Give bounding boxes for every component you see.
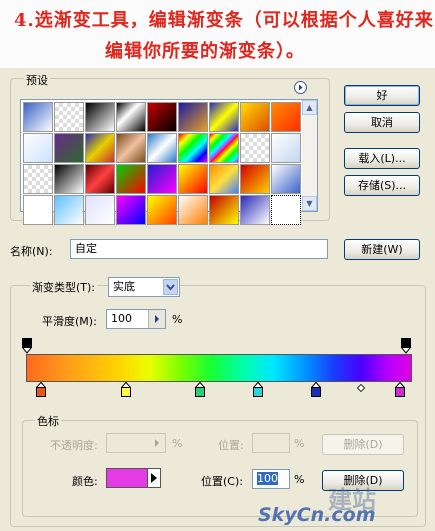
gradient-type-value: 实底 (113, 280, 135, 293)
circle-arrow-right-icon[interactable] (294, 81, 307, 94)
opacity-position-label: 位置: (218, 439, 244, 452)
smoothness-value: 100 (111, 312, 132, 325)
save-button[interactable]: 存储(S)... (344, 175, 420, 196)
scroll-down-icon[interactable]: ▼ (302, 196, 317, 211)
gradient-preset-tile[interactable] (271, 195, 301, 225)
cancel-button[interactable]: 取消 (344, 112, 420, 133)
gradient-type-select[interactable]: 实底 (108, 277, 180, 297)
gradient-preset-tile[interactable] (23, 102, 53, 132)
smoothness-unit: % (172, 313, 183, 326)
gradient-preset-tile[interactable] (271, 133, 301, 163)
gradient-type-label: 渐变类型(T): (30, 279, 98, 295)
watermark-text: SkyCn.com (258, 504, 376, 526)
gradient-preset-tile[interactable] (147, 164, 177, 194)
gradient-preset-tile[interactable] (85, 195, 115, 225)
color-stop[interactable] (35, 381, 48, 401)
opacity-stop-right[interactable] (400, 338, 412, 354)
opacity-field (106, 433, 166, 453)
opacity-delete-button: 删除(D) (322, 434, 404, 455)
gradient-preset-tile[interactable] (240, 195, 270, 225)
color-position-label: 位置(C): (201, 475, 243, 488)
color-label: 颜色: (72, 475, 98, 488)
gradient-preset-tile[interactable] (147, 195, 177, 225)
color-stop[interactable] (394, 381, 407, 401)
gradient-preset-tile[interactable] (116, 195, 146, 225)
name-field[interactable]: 自定 (70, 239, 328, 259)
gradient-preset-tile[interactable] (209, 133, 239, 163)
ok-button[interactable]: 好 (344, 85, 420, 106)
gradient-editor-dialog: 预设 ▲ ▼ 好 取消 载入(L)... 存储(S)... 名称(N): 自定 新… (0, 68, 435, 531)
color-position-value: 100 (257, 472, 278, 485)
gradient-preset-tile[interactable] (178, 164, 208, 194)
caption-line-2: 编辑你所要的渐变条）。 (105, 41, 305, 62)
name-label: 名称(N): (10, 245, 53, 258)
smoothness-field[interactable]: 100 (106, 309, 166, 329)
gradient-preset-tile[interactable] (116, 164, 146, 194)
gradient-preset-tile[interactable] (54, 133, 84, 163)
gradient-preset-tile[interactable] (85, 164, 115, 194)
opacity-position-field (252, 433, 290, 453)
opacity-unit: % (172, 437, 183, 450)
stops-label: 色标 (35, 413, 61, 429)
presets-grid[interactable]: ▲ ▼ (20, 99, 318, 225)
opacity-position-unit: % (294, 437, 305, 450)
gradient-preset-tile[interactable] (54, 195, 84, 225)
triangle-right-icon[interactable] (148, 310, 165, 328)
instruction-caption: 4.选渐变工具，编辑渐变条（可以根据个人喜好来 编辑你所要的渐变条）。 (0, 0, 435, 66)
color-position-field[interactable]: 100 (252, 469, 290, 489)
gradient-preset-tile[interactable] (85, 133, 115, 163)
gradient-preset-tile[interactable] (85, 102, 115, 132)
color-stops-track (26, 381, 412, 402)
color-stop[interactable] (120, 381, 132, 401)
gradient-preset-tile[interactable] (178, 102, 208, 132)
gradient-preset-tile[interactable] (271, 102, 301, 132)
gradient-preset-tile[interactable] (178, 195, 208, 225)
gradient-preset-tile[interactable] (54, 164, 84, 194)
gradient-preset-tile[interactable] (23, 133, 53, 163)
gradient-preset-tile[interactable] (209, 195, 239, 225)
scroll-up-icon[interactable]: ▲ (302, 100, 317, 115)
smoothness-label: 平滑度(M): (42, 315, 97, 328)
gradient-bar[interactable] (26, 354, 412, 382)
opacity-label: 不透明度: (50, 439, 98, 452)
gradient-preset-tile[interactable] (116, 102, 146, 132)
color-stop[interactable] (309, 381, 322, 401)
gradient-preset-tile[interactable] (23, 195, 53, 225)
gradient-preset-tile[interactable] (147, 133, 177, 163)
color-stop[interactable] (194, 381, 206, 401)
new-button[interactable]: 新建(W) (344, 239, 420, 260)
gradient-preset-tile[interactable] (147, 102, 177, 132)
load-button[interactable]: 载入(L)... (344, 148, 420, 169)
triangle-right-icon (149, 434, 165, 452)
gradient-preset-tile[interactable] (116, 133, 146, 163)
presets-scrollbar[interactable]: ▲ ▼ (302, 100, 317, 211)
gradient-preset-tile[interactable] (54, 102, 84, 132)
chevron-down-icon (163, 279, 178, 295)
gradient-preset-tile[interactable] (23, 164, 53, 194)
gradient-preset-tile[interactable] (209, 102, 239, 132)
color-menu-arrow[interactable] (147, 468, 161, 488)
gradient-preset-tile[interactable] (178, 133, 208, 163)
gradient-preset-tile[interactable] (271, 164, 301, 194)
gradient-preset-tile[interactable] (240, 133, 270, 163)
gradient-preset-tile[interactable] (240, 102, 270, 132)
color-stop[interactable] (251, 381, 264, 401)
opacity-stop-left[interactable] (21, 338, 33, 354)
presets-label: 预设 (24, 72, 50, 88)
gradient-preset-tile[interactable] (209, 164, 239, 194)
caption-line-1: 4.选渐变工具，编辑渐变条（可以根据个人喜好来 (14, 10, 434, 31)
gradient-preset-tile[interactable] (240, 164, 270, 194)
midpoint-diamond[interactable] (356, 382, 366, 393)
